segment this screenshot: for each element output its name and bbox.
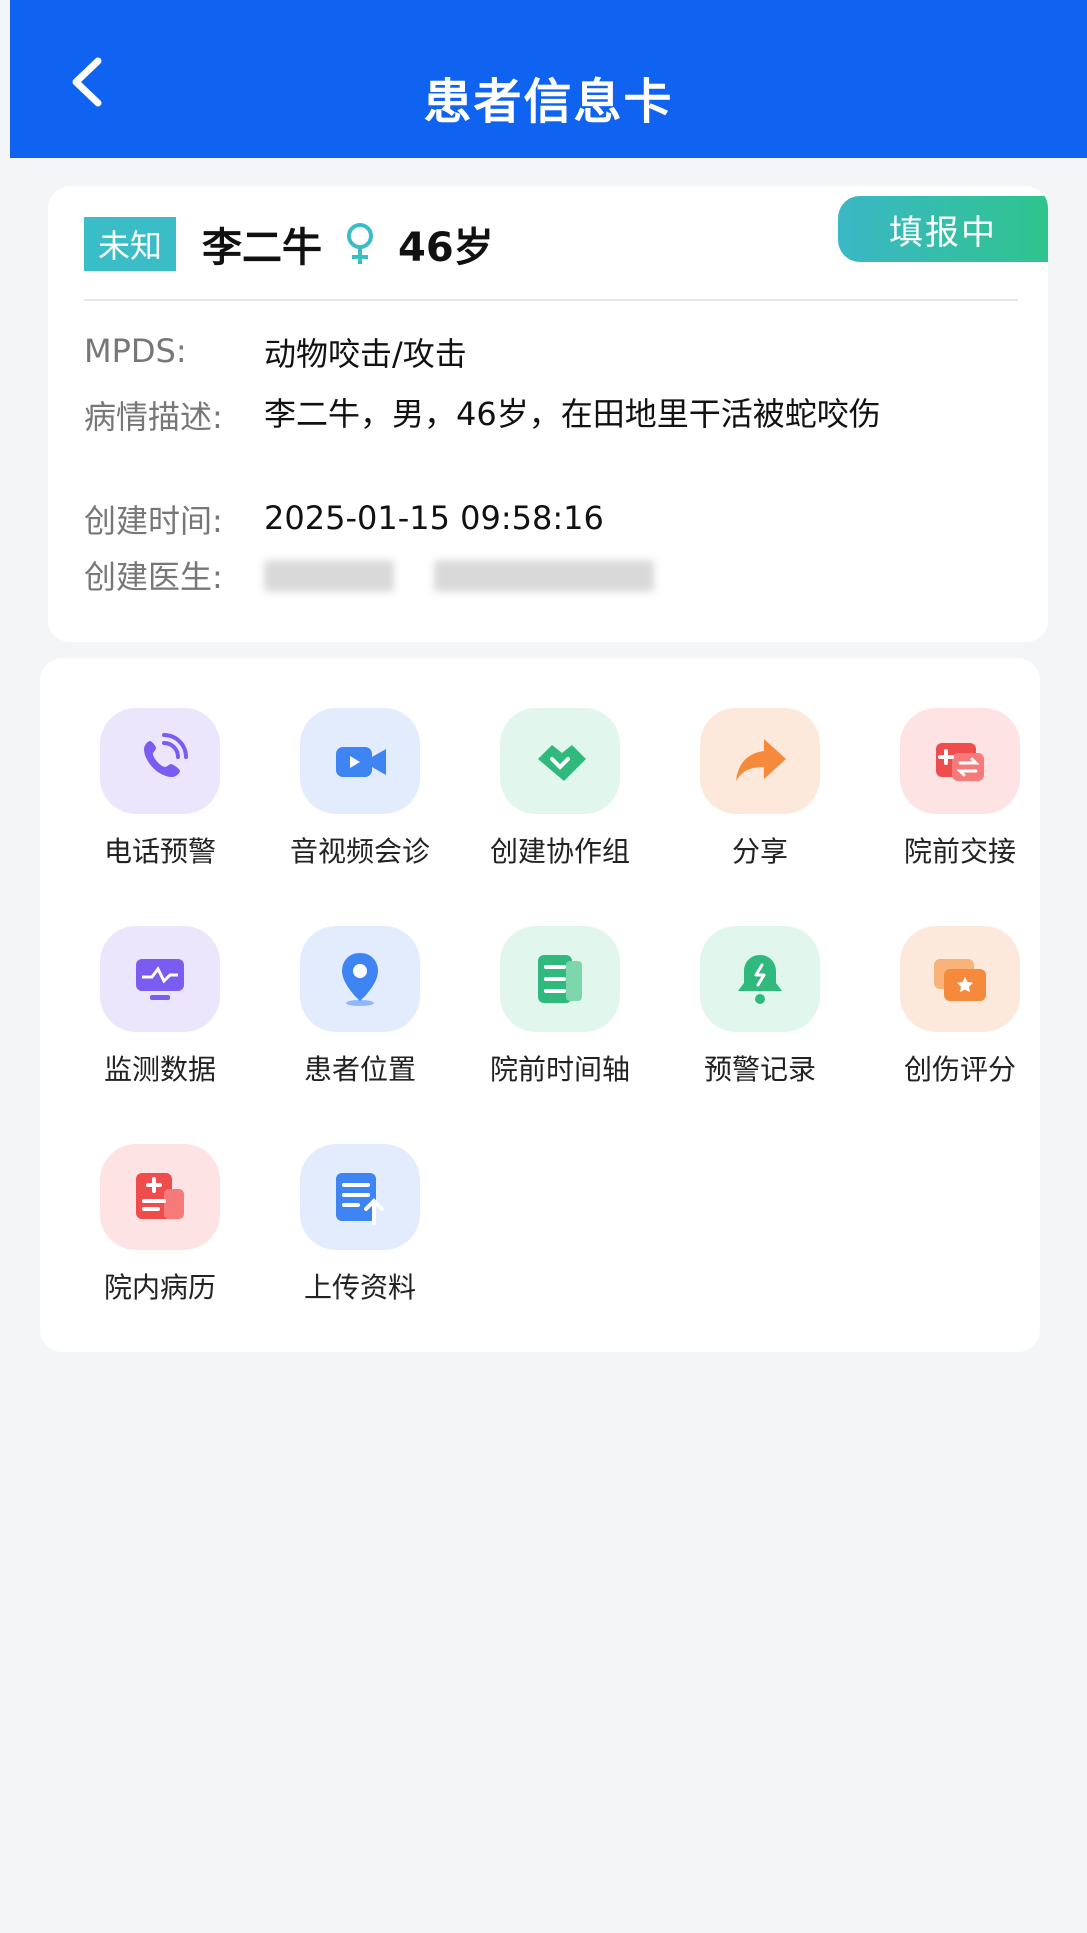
patient-name: 李二牛 <box>202 225 323 271</box>
description-value: 李二牛，男，46岁，在田地里干活被蛇咬伤 <box>264 395 881 433</box>
action-label: 创伤评分 <box>903 1053 1016 1086</box>
divider <box>84 299 1018 301</box>
action-label: 音视频会诊 <box>289 835 430 868</box>
status-badge: 填报中 <box>838 196 1048 262</box>
action-item-3[interactable]: 分享 <box>660 708 860 870</box>
location-pin-icon <box>300 926 420 1032</box>
upload-document-icon <box>300 1144 420 1250</box>
monitor-icon <box>100 926 220 1032</box>
action-label: 患者位置 <box>303 1053 416 1086</box>
action-item-9[interactable]: 创伤评分 <box>860 926 1060 1088</box>
female-icon <box>347 223 374 264</box>
action-item-4[interactable]: 院前交接 <box>860 708 1060 870</box>
triage-tag: 未知 <box>84 217 177 271</box>
share-arrow-icon <box>700 708 820 814</box>
action-item-0[interactable]: 电话预警 <box>60 708 260 870</box>
created-time-row: 创建时间: 2025-01-15 09:58:16 <box>84 496 604 542</box>
action-label: 电话预警 <box>103 835 216 868</box>
page-title: 患者信息卡 <box>423 74 674 130</box>
created-doctor-row: 创建医生: <box>84 552 655 598</box>
action-label: 分享 <box>731 835 788 868</box>
action-grid: 电话预警 音视频会诊 创建协作组 分享 院前交接监测数据 患者位置 院前时间轴 预警记录 创伤评… <box>60 708 1060 1306</box>
action-item-11[interactable]: 上传资料 <box>260 1144 460 1306</box>
mpds-value: 动物咬击/攻击 <box>264 335 467 373</box>
action-label: 预警记录 <box>703 1053 816 1086</box>
description-label: 病情描述: <box>84 398 223 436</box>
action-item-8[interactable]: 预警记录 <box>660 926 860 1088</box>
created-time-value: 2025-01-15 09:58:16 <box>264 499 604 537</box>
action-item-1[interactable]: 音视频会诊 <box>260 708 460 870</box>
action-item-5[interactable]: 监测数据 <box>60 926 260 1088</box>
patient-name-row: 未知 李二牛 46岁 <box>84 216 494 272</box>
created-doctor-label: 创建医生: <box>84 558 223 596</box>
action-label: 院前交接 <box>903 835 1016 868</box>
video-camera-icon <box>300 708 420 814</box>
action-item-6[interactable]: 患者位置 <box>260 926 460 1088</box>
patient-age: 46岁 <box>398 225 494 271</box>
handshake-icon <box>500 708 620 814</box>
mpds-row: MPDS: 动物咬击/攻击 <box>84 332 467 377</box>
action-label: 院内病历 <box>103 1271 216 1304</box>
timeline-list-icon <box>500 926 620 1032</box>
medical-record-icon <box>100 1144 220 1250</box>
medical-transfer-icon <box>900 708 1020 814</box>
mpds-label: MPDS: <box>84 332 187 370</box>
action-item-10[interactable]: 院内病历 <box>60 1144 260 1306</box>
action-item-7[interactable]: 院前时间轴 <box>460 926 660 1088</box>
action-label: 院前时间轴 <box>489 1053 630 1086</box>
action-grid-card: 电话预警 音视频会诊 创建协作组 分享 院前交接监测数据 患者位置 院前时间轴 预警记录 创伤评… <box>40 658 1040 1352</box>
score-card-icon <box>900 926 1020 1032</box>
action-label: 监测数据 <box>103 1053 216 1086</box>
patient-info-card: 填报中 未知 李二牛 46岁 MPDS: 动物咬击/攻击 病情描述: 李二牛，男… <box>48 186 1048 642</box>
alarm-bell-icon <box>700 926 820 1032</box>
phone-icon <box>100 708 220 814</box>
created-time-label: 创建时间: <box>84 502 223 540</box>
action-label: 上传资料 <box>303 1271 416 1304</box>
created-doctor-value <box>264 552 655 598</box>
description-row: 病情描述: 李二牛，男，46岁，在田地里干活被蛇咬伤 <box>84 392 924 438</box>
action-item-2[interactable]: 创建协作组 <box>460 708 660 870</box>
header-bar: 患者信息卡 <box>10 0 1087 158</box>
action-label: 创建协作组 <box>489 835 630 868</box>
